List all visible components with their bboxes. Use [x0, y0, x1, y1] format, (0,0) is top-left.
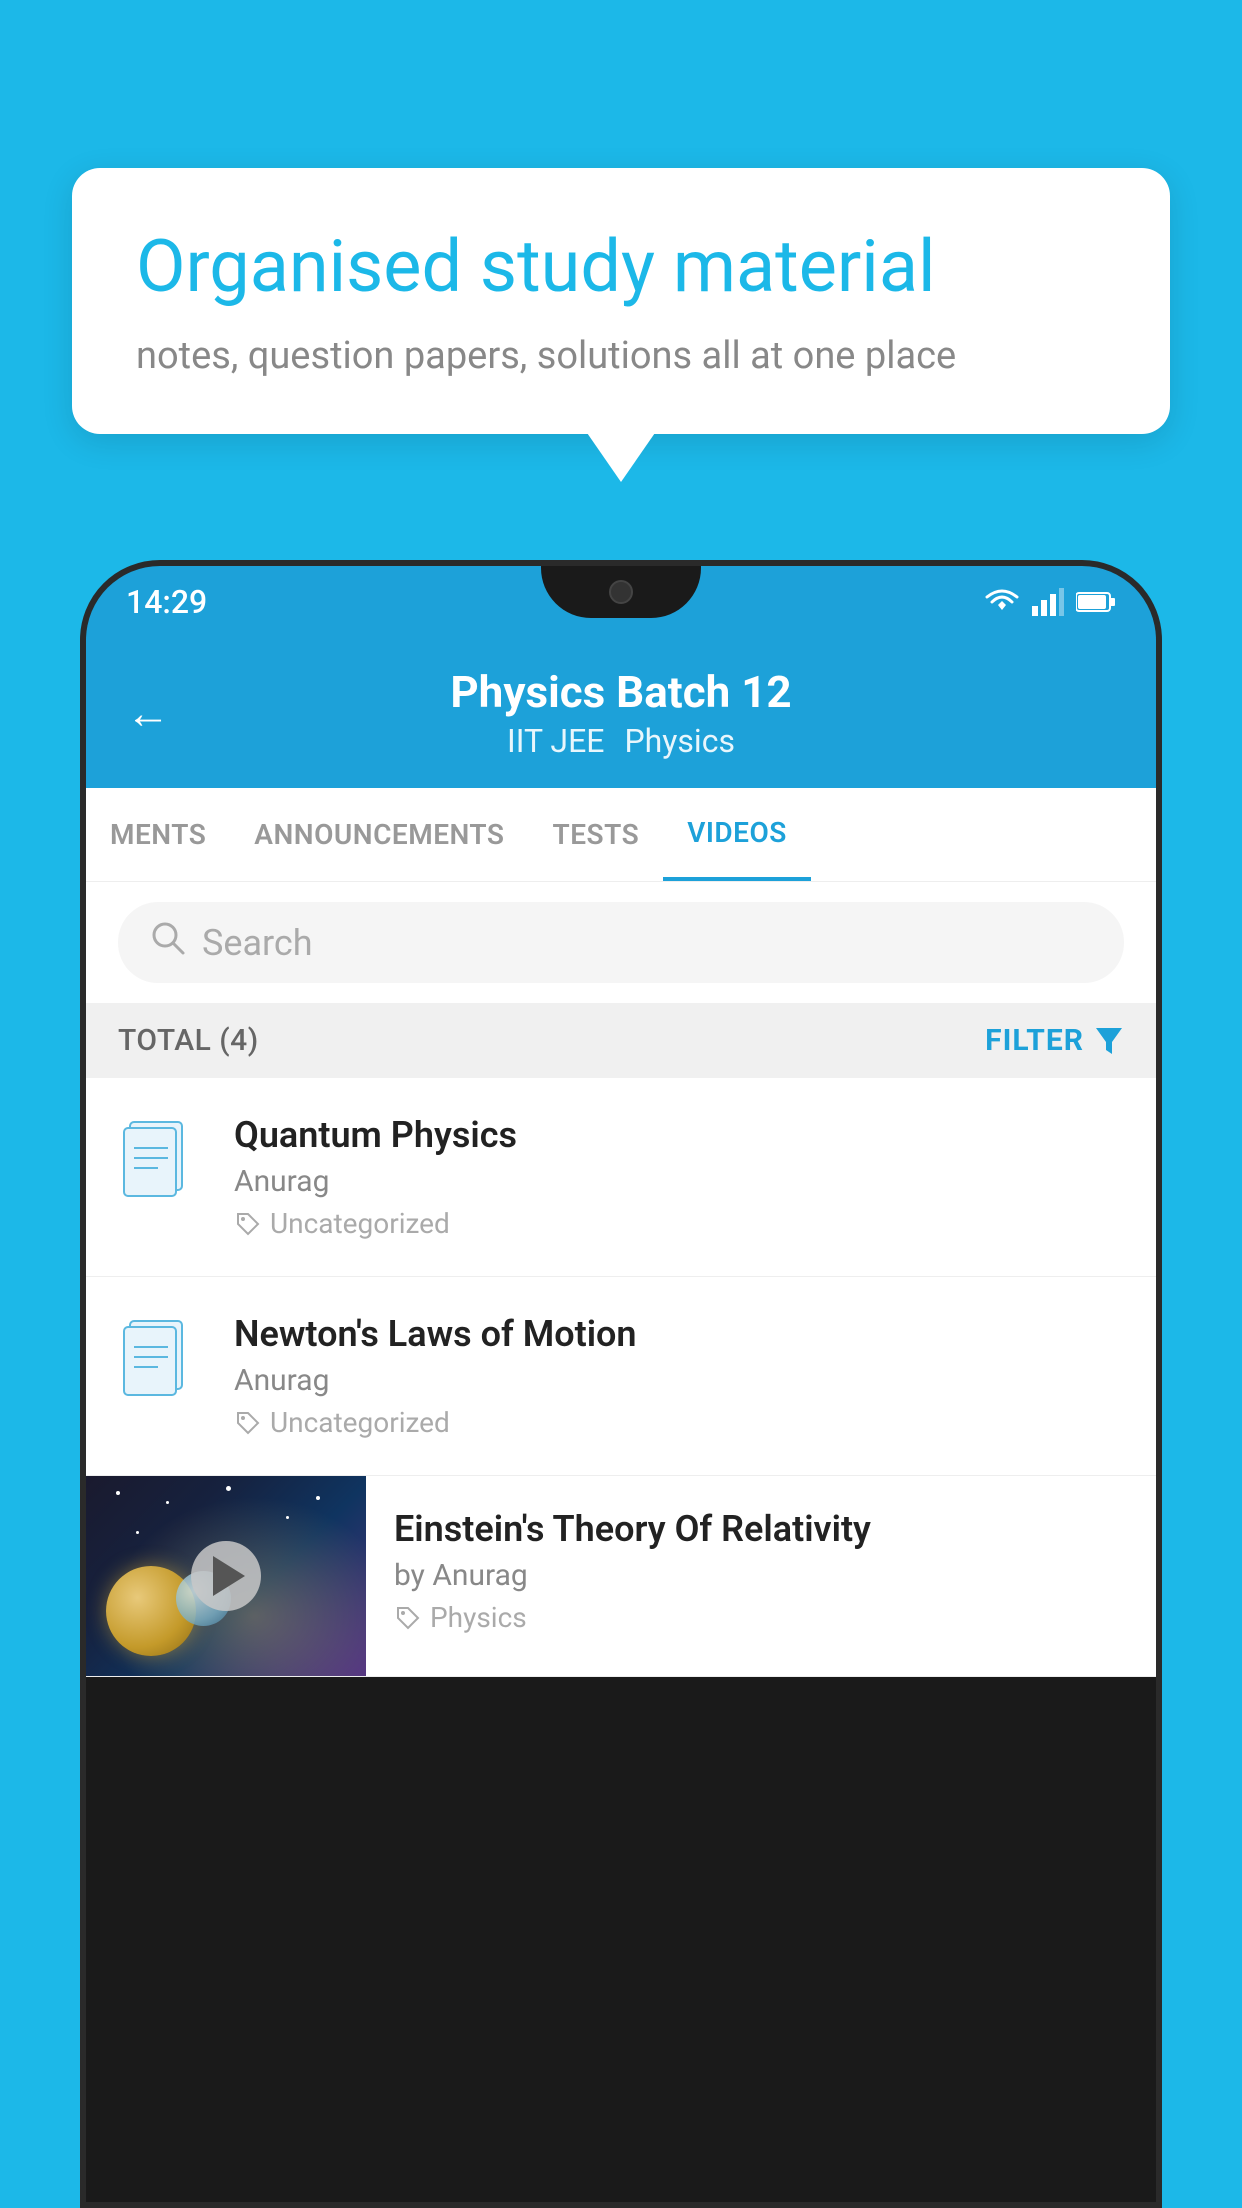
filter-button[interactable]: FILTER [985, 1023, 1124, 1058]
back-button[interactable]: ← [126, 687, 170, 739]
filter-funnel-icon [1094, 1026, 1124, 1056]
item-icon [118, 1313, 206, 1401]
app-header: ← Physics Batch 12 IIT JEE Physics [86, 638, 1156, 788]
notch [541, 566, 701, 618]
speech-bubble-card: Organised study material notes, question… [72, 168, 1170, 434]
bubble-title: Organised study material [136, 224, 1106, 310]
battery-icon [1076, 590, 1116, 614]
video-thumbnail [86, 1476, 366, 1676]
video-list: Quantum Physics Anurag Uncategorized [86, 1078, 1156, 1677]
search-input[interactable]: Search [202, 922, 313, 964]
item-tag: Uncategorized [234, 1406, 1124, 1439]
status-icons [984, 588, 1116, 616]
list-item[interactable]: Newton's Laws of Motion Anurag Uncategor… [86, 1277, 1156, 1476]
tag-icon [394, 1604, 422, 1632]
status-bar: 14:29 [86, 566, 1156, 638]
item-title: Newton's Laws of Motion [234, 1313, 1124, 1355]
item-info: Newton's Laws of Motion Anurag Uncategor… [234, 1313, 1124, 1439]
tag-icon [234, 1210, 262, 1238]
total-count: TOTAL (4) [118, 1023, 259, 1058]
item-info: Einstein's Theory Of Relativity by Anura… [366, 1476, 1156, 1666]
search-bar: Search [86, 882, 1156, 1003]
list-item[interactable]: Quantum Physics Anurag Uncategorized [86, 1078, 1156, 1277]
header-subtitle-left: IIT JEE [507, 722, 604, 760]
item-author: Anurag [234, 1363, 1124, 1398]
wifi-icon [984, 588, 1020, 616]
header-title: Physics Batch 12 [450, 666, 791, 718]
item-title: Einstein's Theory Of Relativity [394, 1508, 1128, 1550]
phone-frame: 14:29 [80, 560, 1162, 2208]
tab-ments[interactable]: MENTS [86, 790, 230, 879]
camera [609, 580, 633, 604]
play-button[interactable] [191, 1541, 261, 1611]
item-tag-text: Physics [430, 1601, 527, 1634]
signal-icon [1032, 588, 1064, 616]
tab-videos[interactable]: VIDEOS [663, 788, 811, 881]
item-tag: Physics [394, 1601, 1128, 1634]
item-tag-text: Uncategorized [270, 1406, 450, 1439]
tab-announcements[interactable]: ANNOUNCEMENTS [230, 790, 528, 879]
tag-icon [234, 1409, 262, 1437]
item-info: Quantum Physics Anurag Uncategorized [234, 1114, 1124, 1240]
header-subtitle: IIT JEE Physics [507, 722, 735, 760]
list-item[interactable]: Einstein's Theory Of Relativity by Anura… [86, 1476, 1156, 1677]
item-author: by Anurag [394, 1558, 1128, 1593]
tabs-bar: MENTS ANNOUNCEMENTS TESTS VIDEOS [86, 788, 1156, 882]
filter-bar: TOTAL (4) FILTER [86, 1003, 1156, 1078]
item-tag: Uncategorized [234, 1207, 1124, 1240]
item-icon [118, 1114, 206, 1202]
tab-tests[interactable]: TESTS [529, 790, 664, 879]
search-input-wrapper[interactable]: Search [118, 902, 1124, 983]
filter-label: FILTER [985, 1023, 1084, 1058]
header-subtitle-right: Physics [624, 722, 735, 760]
item-author: Anurag [234, 1164, 1124, 1199]
item-tag-text: Uncategorized [270, 1207, 450, 1240]
bubble-subtitle: notes, question papers, solutions all at… [136, 334, 1106, 378]
status-time: 14:29 [126, 583, 207, 621]
search-icon [150, 920, 186, 965]
item-title: Quantum Physics [234, 1114, 1124, 1156]
